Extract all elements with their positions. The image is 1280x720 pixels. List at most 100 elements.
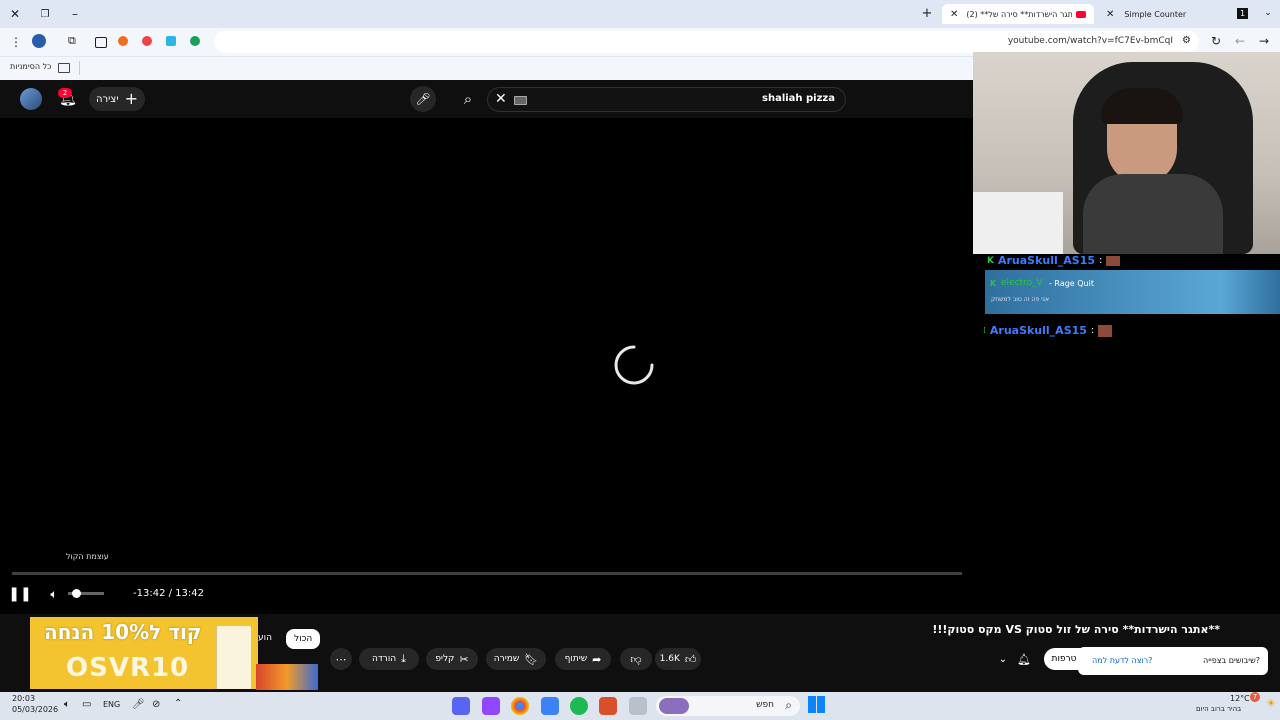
weather-badge: 7: [1250, 692, 1260, 702]
address-bar[interactable]: youtube.com/watch?v=fC7Ev-bmCqI ⚙: [214, 31, 1199, 53]
taskbar-search-box[interactable]: חפש ⌕: [656, 696, 800, 716]
clear-search-icon[interactable]: ✕: [495, 91, 507, 107]
chat-separator: :: [1099, 255, 1103, 266]
speaker-icon[interactable]: 🔈︎: [64, 699, 70, 710]
tab-counter-icon[interactable]: 1: [1237, 8, 1248, 19]
ad-banner[interactable]: קוד ל10% הנחה OSVR10: [30, 617, 258, 689]
restore-window-icon[interactable]: ❐: [38, 7, 52, 21]
progress-bar[interactable]: [12, 572, 962, 575]
folder-icon: [58, 63, 70, 73]
search-input[interactable]: shaliah pizza ✕: [487, 87, 846, 112]
keyboard-icon[interactable]: [514, 96, 527, 105]
close-tab-icon[interactable]: ✕: [950, 9, 958, 20]
pause-icon[interactable]: ❚❚: [8, 586, 31, 602]
app-icon[interactable]: [599, 697, 617, 715]
create-button[interactable]: יצירה +: [89, 87, 145, 111]
volume-slider-handle[interactable]: [72, 589, 81, 598]
language-indicator[interactable]: ENG: [103, 700, 120, 709]
network-icon[interactable]: ▭: [82, 699, 91, 710]
like-button[interactable]: 1.6K 👍︎: [655, 648, 701, 670]
perfume-bottle-image: [216, 625, 252, 689]
bookmark-icon: 🔖︎: [524, 652, 539, 666]
volume-tooltip: עוצמת הקול: [66, 552, 109, 561]
forward-icon[interactable]: ←: [1235, 34, 1245, 48]
twitch-app-icon[interactable]: [482, 697, 500, 715]
profile-avatar-icon[interactable]: [32, 34, 46, 48]
search-icon[interactable]: ⌕: [458, 89, 478, 109]
clip-button[interactable]: קליפ ✂: [426, 648, 478, 670]
tab-title: (2) **אתגר הישרדות** סירה של: [966, 9, 1072, 19]
more-dots-icon: ⋯: [335, 652, 347, 666]
video-player[interactable]: [0, 118, 973, 614]
chevron-down-icon[interactable]: ⌄: [994, 650, 1012, 668]
notification-badge: 2: [58, 88, 72, 98]
volume-slider[interactable]: [68, 589, 104, 598]
extensions-icon[interactable]: ⧉: [68, 34, 76, 48]
filter-chip-related[interactable]: הוע: [258, 633, 272, 643]
filter-chip-all[interactable]: הכול: [286, 629, 321, 649]
highlighted-chat-message: K electro_V - Rage Quit אני פה זה טוב למ…: [985, 270, 1280, 314]
file-explorer-icon[interactable]: [629, 697, 647, 715]
voice-search-icon[interactable]: 🎤︎: [410, 86, 436, 112]
chat-username: AruaSkull_AS15: [989, 324, 1087, 337]
ad-code: OSVR10: [66, 653, 190, 683]
all-bookmarks-link[interactable]: כל הסימניות: [10, 62, 51, 71]
chat-subtext: אני פה זה טוב למשחק: [991, 296, 1049, 303]
close-window-icon[interactable]: ✕: [8, 7, 22, 21]
chrome-app-icon[interactable]: [511, 697, 529, 715]
dislike-button[interactable]: 👎︎: [620, 648, 652, 670]
thumbnail-image[interactable]: [256, 664, 318, 690]
clock-time[interactable]: 20:03: [12, 694, 35, 703]
minimize-window-icon[interactable]: –: [68, 7, 82, 21]
site-settings-icon[interactable]: ⚙: [1182, 35, 1191, 46]
weather-temp[interactable]: 12°C: [1230, 694, 1250, 703]
bell-icon[interactable]: 🔔︎: [1015, 650, 1033, 668]
back-icon[interactable]: →: [1259, 34, 1269, 48]
camera-off-icon[interactable]: ⊘: [152, 699, 160, 710]
clock-date[interactable]: 05/03/2026: [12, 705, 58, 714]
emote-icon: [1106, 255, 1121, 266]
tab-simple-counter[interactable]: ✕ Simple Counter: [1098, 4, 1228, 24]
volume-icon[interactable]: 🔈︎: [46, 586, 62, 602]
more-actions-button[interactable]: ⋯: [330, 648, 352, 670]
search-highlight-image: [659, 698, 689, 714]
close-tab-icon[interactable]: ✕: [1106, 9, 1114, 20]
like-count: 1.6K: [659, 654, 680, 664]
extension-green-icon[interactable]: [190, 36, 200, 46]
spotify-app-icon[interactable]: [570, 697, 588, 715]
thumbs-up-icon: 👍︎: [684, 652, 697, 666]
filter-chip-label: הכול: [294, 634, 313, 644]
save-button[interactable]: שמירה 🔖︎: [486, 648, 546, 670]
extension-screen-icon[interactable]: [95, 37, 107, 48]
tab-search-icon[interactable]: ⌄: [1262, 7, 1274, 19]
discord-app-icon[interactable]: [452, 697, 470, 715]
menu-dots-icon[interactable]: ⋮: [10, 35, 22, 49]
account-avatar[interactable]: [20, 88, 42, 110]
chat-username: AruaSkull_AS15: [997, 254, 1096, 267]
stream-chat: K AruaSkull_AS15 : K electro_V - Rage Qu…: [973, 254, 1280, 614]
divider: [79, 61, 80, 75]
extension-orange-icon[interactable]: [118, 36, 128, 46]
kick-icon: K: [990, 279, 997, 288]
webcam-bed: [973, 192, 1063, 254]
extension-red-icon[interactable]: [142, 36, 152, 46]
extension-blue-icon[interactable]: [166, 36, 176, 46]
tab-youtube[interactable]: ✕ (2) **אתגר הישרדות** סירה של: [942, 4, 1094, 24]
bookmarks-bar: כל הסימניות: [0, 56, 973, 81]
windows-start-icon[interactable]: [808, 696, 825, 713]
share-button[interactable]: שיתוף ➦: [555, 648, 611, 670]
mic-icon[interactable]: 🎤︎: [132, 699, 145, 710]
reload-icon[interactable]: ↻: [1211, 34, 1221, 48]
new-tab-icon[interactable]: +: [920, 6, 934, 21]
survey-link[interactable]: רוצה לדעת למה?: [1092, 656, 1152, 665]
weather-sun-icon[interactable]: ☀: [1266, 697, 1276, 710]
weather-desc[interactable]: בהיר ברוב היום: [1196, 705, 1241, 713]
youtube-favicon-icon: [1076, 10, 1086, 18]
create-label: יצירה: [96, 93, 119, 105]
download-button[interactable]: הורדה ⤓: [359, 648, 419, 670]
webcam-shirt: [1083, 174, 1223, 254]
kick-icon: K: [987, 255, 994, 266]
app-grid-icon[interactable]: [541, 697, 559, 715]
tray-chevron-icon[interactable]: ⌃: [174, 698, 182, 709]
playback-survey-popup: שיבושים בצפייה? רוצה לדעת למה?: [1078, 647, 1268, 675]
